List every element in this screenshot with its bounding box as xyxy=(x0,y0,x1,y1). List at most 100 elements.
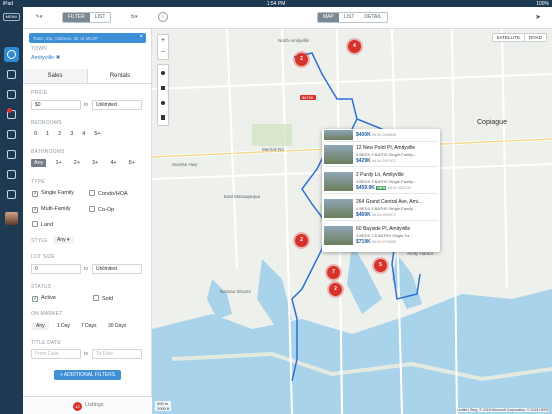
bathrooms-options: Any 1+ 2+ 3+ 4+ 5+ xyxy=(31,159,138,167)
map-label: Nassau Shores xyxy=(220,289,251,294)
draw-circle-icon[interactable] xyxy=(158,95,168,110)
bedrooms-option[interactable]: 5+ xyxy=(91,130,103,138)
bedrooms-option[interactable]: 1 xyxy=(43,130,52,138)
status-option-label: Sold xyxy=(102,296,114,302)
inbox-icon[interactable] xyxy=(4,67,19,82)
messages-icon[interactable] xyxy=(4,107,19,122)
search-icon[interactable] xyxy=(4,47,19,62)
map-cluster-pin[interactable]: 2 xyxy=(329,283,342,296)
bathrooms-option[interactable]: 1+ xyxy=(52,159,64,167)
search-input[interactable] xyxy=(33,34,133,42)
listing-price: $719K MLS# 2976689 xyxy=(356,239,396,245)
tab-rentals[interactable]: Rentals xyxy=(88,69,152,83)
list-item[interactable]: 12 New Point Pl, Amityville 3 BEDS 3 BAT… xyxy=(324,143,438,167)
tab-sales[interactable]: Sales xyxy=(23,69,88,83)
bathrooms-label: BATHROOMS xyxy=(31,149,65,155)
bedrooms-option[interactable]: 0 xyxy=(31,130,40,138)
map-label: North Amityville xyxy=(278,38,310,43)
bathrooms-option[interactable]: 5+ xyxy=(126,159,138,167)
type-single-family[interactable]: ✓ Single Family xyxy=(32,190,74,197)
map-price-tag[interactable]: $470K xyxy=(300,95,316,100)
draw-point-icon[interactable] xyxy=(158,65,168,80)
chat-icon[interactable] xyxy=(4,87,19,102)
lot-min-field[interactable]: 0 xyxy=(31,264,81,274)
lot-to-label: to xyxy=(84,266,89,272)
list-item[interactable]: 2 Purdy Ln, Amityville 4 BEDS 3 BATHS Si… xyxy=(324,170,438,194)
listing-details: 3 BEDS 2.5 BATHS Single-Fa... xyxy=(356,233,413,238)
bedrooms-option[interactable]: 3 xyxy=(67,130,76,138)
tab-detail[interactable]: DETAIL xyxy=(359,13,386,22)
road-button[interactable]: ROAD xyxy=(525,34,546,41)
satellite-button[interactable]: SATELLITE xyxy=(493,34,525,41)
tools-icon[interactable]: ✎▾ xyxy=(31,12,47,23)
map-cluster-pin[interactable]: 7 xyxy=(327,266,340,279)
type-multi-family[interactable]: ✓ Multi-Family xyxy=(32,206,71,213)
draw-square-icon[interactable] xyxy=(158,80,168,95)
list-item[interactable]: 60 Bayside Pl, Amityville 3 BEDS 2.5 BAT… xyxy=(324,224,438,248)
style-label: STYLE xyxy=(31,238,48,244)
scale-imperial: 2000 ft xyxy=(157,406,170,411)
lot-max-field[interactable]: Unlimited xyxy=(92,264,142,274)
status-sold[interactable]: Sold xyxy=(93,295,113,302)
from-date-field[interactable]: From Date xyxy=(31,349,81,359)
remove-town-icon[interactable]: ✖ xyxy=(56,55,61,61)
toolbar: ✎▾ FILTER LIST ⇅▾ ‹ MAP LIST DETAIL ➤ xyxy=(23,7,552,29)
map-scale: 500 m 2000 ft xyxy=(155,401,172,411)
collapse-panel-icon[interactable]: ‹ xyxy=(158,12,168,22)
menu-button[interactable]: MENU xyxy=(3,13,20,21)
bedrooms-option[interactable]: 4 xyxy=(79,130,88,138)
bathrooms-option[interactable]: Any xyxy=(31,159,47,167)
sale-type-tabs: Sales Rentals xyxy=(23,69,152,84)
view-tabs: MAP LIST DETAIL xyxy=(317,12,388,23)
price-max-field[interactable]: Unlimited xyxy=(92,100,142,110)
style-select[interactable]: Any ▾ xyxy=(53,236,74,244)
bathrooms-option[interactable]: 3+ xyxy=(89,159,101,167)
list-item[interactable]: 264 Grand Central Ave, Ami... 4 BEDS 3 B… xyxy=(324,197,438,221)
tab-list[interactable]: LIST xyxy=(339,13,360,22)
zoom-in-button[interactable]: + xyxy=(158,35,168,47)
listings-footer[interactable]: 42 Listings xyxy=(23,396,152,414)
calendar-icon[interactable] xyxy=(4,127,19,142)
type-condo[interactable]: Condo/HOA xyxy=(89,190,128,197)
sort-icon[interactable]: ⇅▾ xyxy=(127,12,141,23)
town-chip[interactable]: Amityville ✖ xyxy=(31,55,60,61)
type-land[interactable]: Land xyxy=(32,221,53,228)
to-date-field[interactable]: To Date xyxy=(92,349,142,359)
close-icon[interactable]: × xyxy=(139,34,143,40)
bathrooms-option[interactable]: 4+ xyxy=(107,159,119,167)
documents-icon[interactable] xyxy=(4,147,19,162)
listing-photo xyxy=(324,199,353,218)
map-label: Sunrise Hwy xyxy=(172,162,198,167)
list-item[interactable]: $400K MLS# 2963838 xyxy=(324,129,438,142)
map-cluster-pin[interactable]: 2 xyxy=(295,234,308,247)
map-cluster-pin[interactable]: 2 xyxy=(295,53,308,66)
town-value: Amityville xyxy=(31,55,55,61)
listing-address: 12 New Point Pl, Amityville xyxy=(356,145,416,151)
map-cluster-pin[interactable]: 4 xyxy=(348,40,361,53)
bathrooms-option[interactable]: 2+ xyxy=(71,159,83,167)
tab-map[interactable]: MAP xyxy=(318,13,339,22)
bedrooms-label: BEDROOMS xyxy=(31,120,62,126)
status-active[interactable]: ✓ Active xyxy=(32,295,56,302)
filter-tab[interactable]: FILTER xyxy=(63,13,90,22)
additional-filters-button[interactable]: + ADDITIONAL FILTERS xyxy=(54,370,121,380)
listing-details: 4 BEDS 3 BATHS Single-Family... xyxy=(356,206,417,211)
bedrooms-options: 0 1 2 3 4 5+ xyxy=(31,130,104,138)
like-icon[interactable] xyxy=(4,187,19,202)
map-cluster-pin[interactable]: 5 xyxy=(374,259,387,272)
zoom-out-button[interactable]: − xyxy=(158,47,168,59)
map-view[interactable]: + − SATELLITE ROAD North Amityville Copi… xyxy=(152,29,552,414)
bedrooms-option[interactable]: 2 xyxy=(55,130,64,138)
market-1-day[interactable]: 1 Day xyxy=(53,322,74,330)
price-min-field[interactable]: $0 xyxy=(31,100,81,110)
avatar[interactable] xyxy=(5,212,18,225)
listing-price: $400K MLS# 2963838 xyxy=(356,132,396,138)
trash-icon[interactable] xyxy=(158,110,168,125)
home-icon[interactable] xyxy=(4,167,19,182)
locate-icon[interactable]: ➤ xyxy=(533,12,543,23)
list-tab[interactable]: LIST xyxy=(90,13,111,22)
market-30-days[interactable]: 30 Days xyxy=(104,322,130,330)
market-7-days[interactable]: 7 Days xyxy=(77,322,101,330)
market-any[interactable]: Any xyxy=(32,322,49,330)
type-co-op[interactable]: Co-Op xyxy=(89,206,114,213)
